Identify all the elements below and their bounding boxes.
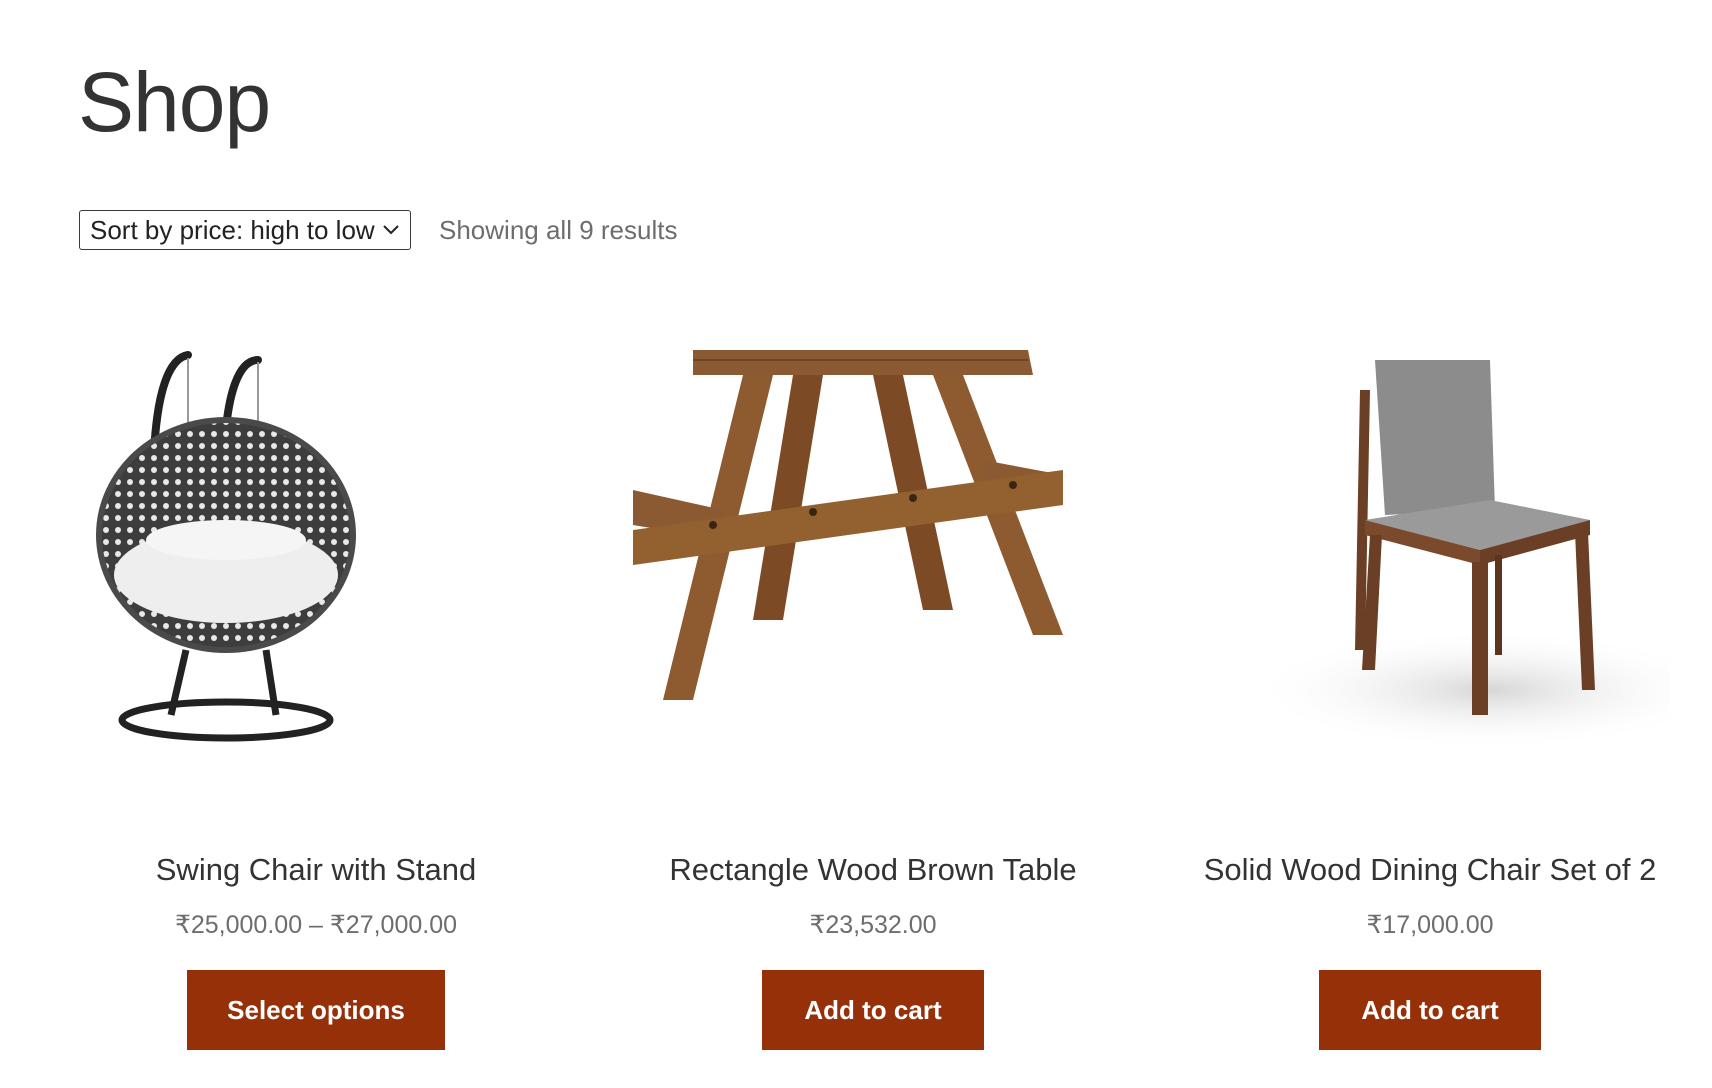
product-name[interactable]: Rectangle Wood Brown Table <box>669 852 1076 888</box>
product-name[interactable]: Swing Chair with Stand <box>156 852 477 888</box>
select-options-button[interactable]: Select options <box>187 970 445 1050</box>
dining-chair-image[interactable] <box>1190 320 1670 810</box>
product-name[interactable]: Solid Wood Dining Chair Set of 2 <box>1204 852 1657 888</box>
add-to-cart-button[interactable]: Add to cart <box>1319 970 1541 1050</box>
swing-chair-image[interactable] <box>76 320 556 810</box>
product-card: Solid Wood Dining Chair Set of 2 ₹17,000… <box>1190 320 1670 1050</box>
product-price: ₹25,000.00 – ₹27,000.00 <box>174 911 458 939</box>
picnic-table-image[interactable] <box>633 320 1113 810</box>
sort-select-value: Sort by price: high to low <box>90 214 375 245</box>
chevron-down-icon <box>383 225 399 235</box>
shop-toolbar: Sort by price: high to low Showing all 9… <box>79 210 677 250</box>
product-card: Rectangle Wood Brown Table ₹23,532.00 Ad… <box>633 320 1113 1050</box>
product-grid: Swing Chair with Stand ₹25,000.00 – ₹27,… <box>76 320 1670 1050</box>
page-title: Shop <box>78 55 271 149</box>
add-to-cart-button[interactable]: Add to cart <box>762 970 984 1050</box>
product-price: ₹23,532.00 <box>809 911 937 939</box>
sort-select[interactable]: Sort by price: high to low <box>79 210 411 250</box>
result-count: Showing all 9 results <box>439 214 678 245</box>
product-card: Swing Chair with Stand ₹25,000.00 – ₹27,… <box>76 320 556 1050</box>
product-price: ₹17,000.00 <box>1366 911 1494 939</box>
